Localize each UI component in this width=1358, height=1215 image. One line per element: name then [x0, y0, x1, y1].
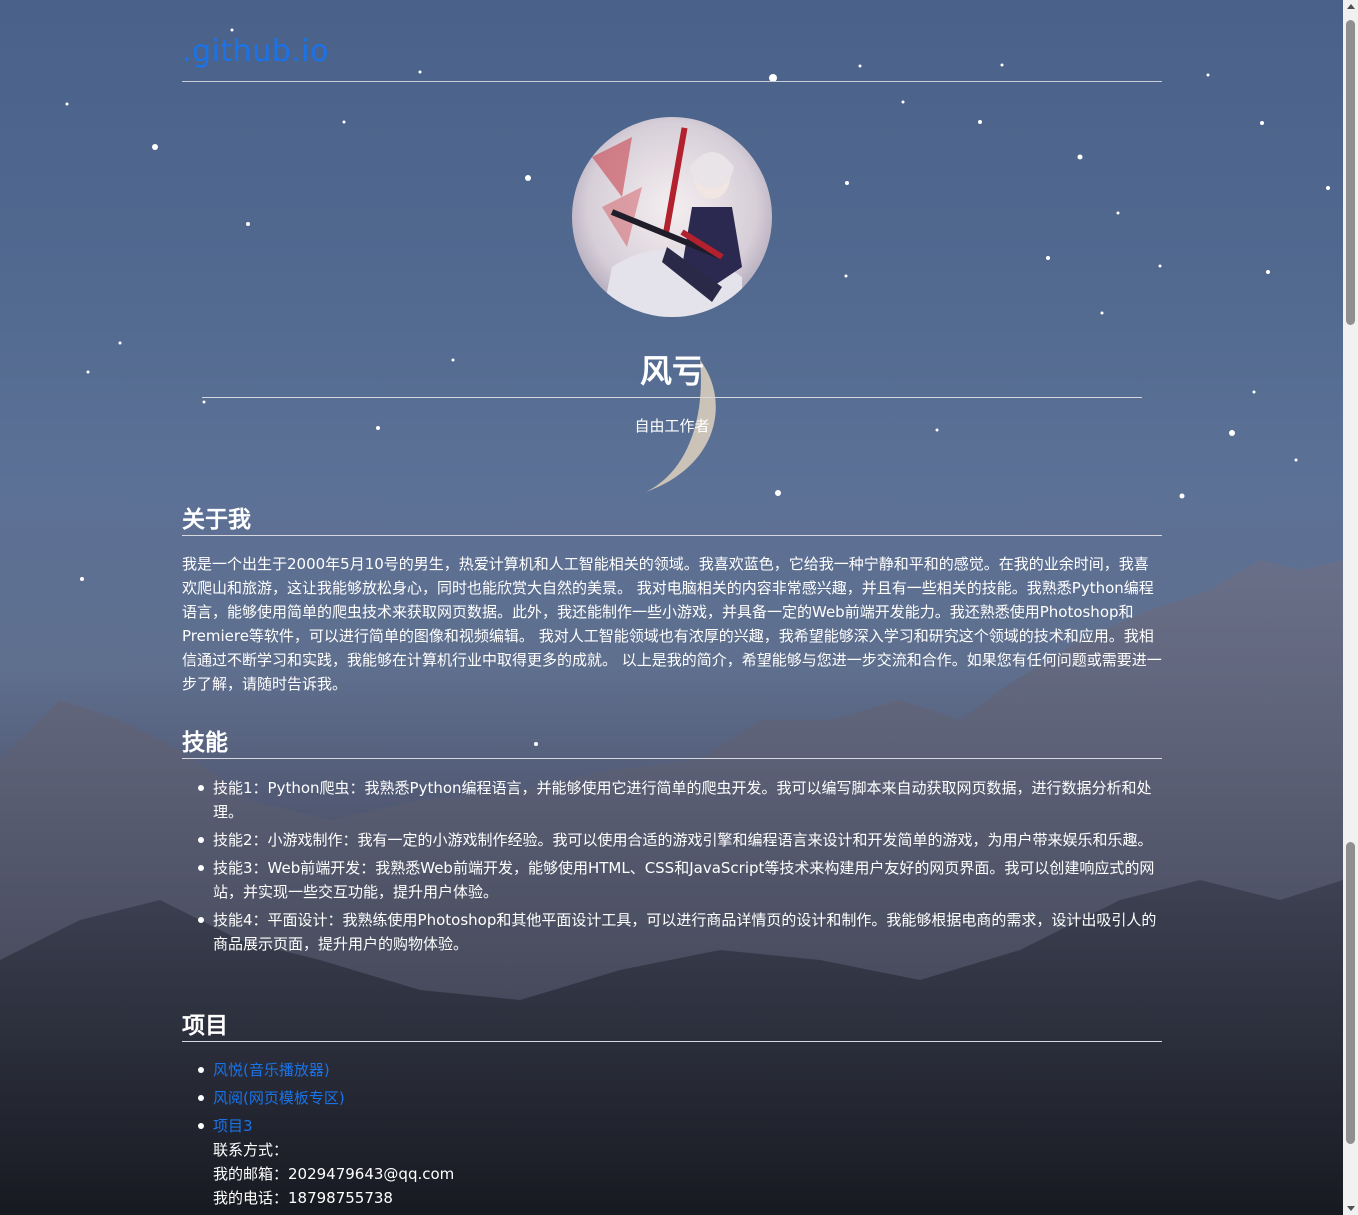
bullet-icon — [198, 865, 204, 871]
project-link-music-player[interactable]: 风悦(音乐播放器) — [213, 1061, 330, 1079]
about-divider — [182, 535, 1162, 536]
bullet-icon — [198, 1095, 204, 1101]
avatar-illustration — [572, 117, 772, 317]
scrollbar-thumb[interactable] — [1346, 20, 1355, 325]
vertical-scrollbar[interactable] — [1343, 0, 1358, 1215]
bullet-icon — [198, 837, 204, 843]
contact-phone: 我的电话：18798755738 — [213, 1189, 393, 1207]
skill-text: 技能1：Python爬虫：我熟悉Python编程语言，并能够使用它进行简单的爬虫… — [213, 779, 1152, 821]
about-text: 我是一个出生于2000年5月10号的男生，热爱计算机和人工智能相关的领域。我喜欢… — [182, 555, 1162, 693]
name-divider — [202, 397, 1142, 398]
project-link-templates[interactable]: 风阅(网页模板专区) — [213, 1089, 345, 1107]
skill-item: 技能3：Web前端开发：我熟悉Web前端开发，能够使用HTML、CSS和Java… — [182, 856, 1162, 904]
skill-item: 技能4：平面设计：我熟练使用Photoshop和其他平面设计工具，可以进行商品详… — [182, 908, 1162, 956]
skills-list: 技能1：Python爬虫：我熟悉Python编程语言，并能够使用它进行简单的爬虫… — [182, 776, 1162, 960]
contact-label: 联系方式： — [213, 1141, 289, 1159]
skill-item: 技能2：小游戏制作：我有一定的小游戏制作经验。我可以使用合适的游戏引擎和编程语言… — [182, 828, 1162, 852]
site-title-link[interactable]: .github.io — [182, 34, 329, 69]
bullet-icon — [198, 785, 204, 791]
project-item: 风悦(音乐播放器) — [182, 1058, 1162, 1082]
profile-name: 风亏 — [639, 352, 704, 390]
scroll-down-arrow-icon[interactable] — [1347, 1206, 1355, 1211]
bullet-icon — [198, 1123, 204, 1129]
skill-text: 技能4：平面设计：我熟练使用Photoshop和其他平面设计工具，可以进行商品详… — [213, 911, 1157, 953]
profile-subtitle: 自由工作者 — [634, 417, 710, 435]
contact-email: 我的邮箱：2029479643@qq.com — [213, 1165, 455, 1183]
header-divider — [182, 81, 1162, 82]
projects-divider — [182, 1041, 1162, 1042]
skill-text: 技能3：Web前端开发：我熟悉Web前端开发，能够使用HTML、CSS和Java… — [213, 859, 1155, 901]
bullet-icon — [198, 1067, 204, 1073]
project-item: 项目3 联系方式： 我的邮箱：2029479643@qq.com 我的电话：18… — [182, 1114, 1162, 1210]
scroll-up-arrow-icon[interactable] — [1347, 4, 1355, 9]
skill-text: 技能2：小游戏制作：我有一定的小游戏制作经验。我可以使用合适的游戏引擎和编程语言… — [213, 831, 1153, 849]
skills-heading: 技能 — [182, 730, 228, 756]
avatar — [572, 117, 772, 317]
projects-list: 风悦(音乐播放器) 风阅(网页模板专区) 项目3 联系方式： 我的邮箱：2029… — [182, 1058, 1162, 1214]
skill-item: 技能1：Python爬虫：我熟悉Python编程语言，并能够使用它进行简单的爬虫… — [182, 776, 1162, 824]
about-heading: 关于我 — [182, 507, 251, 533]
project-item: 风阅(网页模板专区) — [182, 1086, 1162, 1110]
scrollbar-thumb-secondary[interactable] — [1346, 842, 1355, 1144]
bullet-icon — [198, 917, 204, 923]
project-link-3[interactable]: 项目3 — [213, 1117, 253, 1135]
skills-divider — [182, 758, 1162, 759]
projects-heading: 项目 — [182, 1013, 228, 1039]
